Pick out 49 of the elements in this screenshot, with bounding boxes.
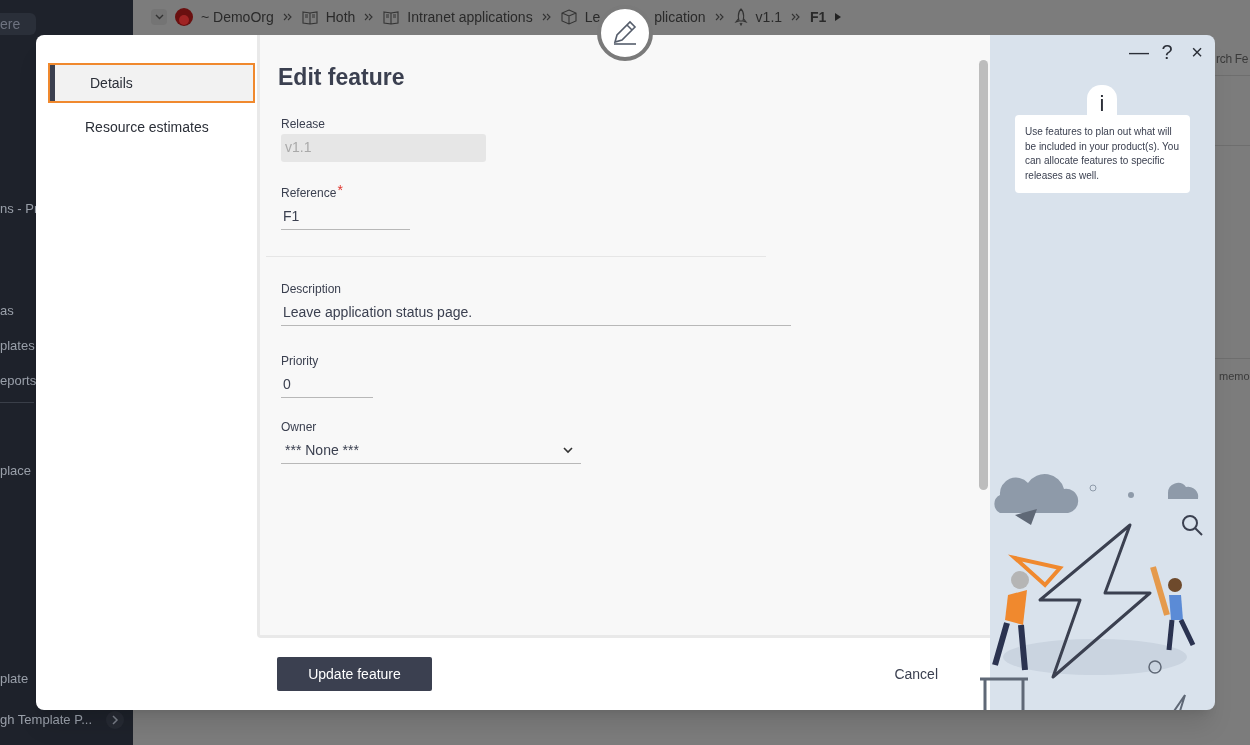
search-field-text: rch Fe: [1216, 51, 1249, 68]
field-label: Description: [281, 280, 342, 296]
breadcrumb-link[interactable]: F1: [810, 6, 827, 28]
play-icon[interactable]: [834, 12, 843, 22]
sidebar-item[interactable]: plates: [0, 336, 35, 356]
book-icon: [301, 9, 318, 25]
sidebar-item[interactable]: gh Template P...: [0, 710, 93, 730]
book-icon: [383, 9, 400, 25]
scrollbar[interactable]: [979, 60, 988, 490]
info-text: Use features to plan out what will be included in your product(s). You can allocate features to specific releases as well.: [1015, 115, 1190, 193]
dropdown-button[interactable]: [151, 9, 167, 25]
breadcrumb-link[interactable]: Le: [584, 6, 601, 28]
avatar-icon: [175, 8, 193, 26]
update-button[interactable]: Update feature: [277, 657, 432, 691]
dropdown[interactable]: *** None ***: [281, 437, 581, 464]
input-field[interactable]: 0: [281, 371, 373, 398]
breadcrumb-link[interactable]: Intranet applications: [407, 6, 533, 28]
input-field[interactable]: Leave application status page.: [281, 299, 791, 326]
sidebar-item[interactable]: ns - Pr: [0, 199, 39, 219]
required-mark: *: [337, 183, 343, 200]
field-label: Priority: [281, 352, 319, 368]
sidebar-item[interactable]: eports: [0, 371, 37, 391]
close-button[interactable]: ×: [1189, 37, 1205, 67]
help-button[interactable]: ?: [1159, 37, 1175, 67]
field-label: Owner: [281, 418, 317, 434]
sidebar-item[interactable]: as: [0, 301, 14, 321]
chevron-icon[interactable]: [106, 711, 124, 729]
separator-icon: [540, 13, 553, 21]
nav-tab[interactable]: Resource estimates: [50, 109, 253, 145]
dialog-title: Edit feature: [278, 63, 406, 92]
chevron-down-icon: [563, 446, 573, 454]
input-field[interactable]: F1: [281, 203, 410, 230]
breadcrumb-link[interactable]: Hoth: [325, 6, 356, 28]
sidebar-item[interactable]: place: [0, 461, 32, 481]
breadcrumb-link[interactable]: v1.1: [755, 6, 783, 28]
dropdown-value: *** None ***: [285, 440, 359, 460]
rocket-icon: [733, 8, 748, 26]
field-label: Release: [281, 115, 326, 131]
nav-tab[interactable]: Details: [50, 65, 253, 101]
cancel-button[interactable]: Cancel: [894, 663, 938, 685]
breadcrumb-link[interactable]: plication: [654, 6, 706, 28]
table-cell-text: memo: [1219, 369, 1250, 384]
separator-icon: [713, 13, 726, 21]
box-icon: [560, 9, 577, 25]
breadcrumb-link[interactable]: ~ DemoOrg: [201, 6, 274, 28]
sidebar-item[interactable]: plate: [0, 669, 29, 689]
separator-icon: [281, 13, 294, 21]
field-label: Reference: [281, 184, 337, 200]
chevron-down-icon: [154, 14, 164, 20]
